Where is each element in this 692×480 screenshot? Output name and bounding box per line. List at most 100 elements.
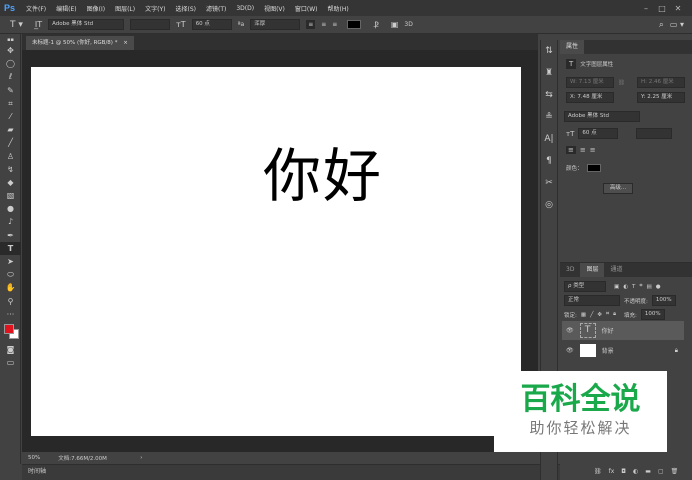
- font-family-select[interactable]: Adobe 黑体 Std: [48, 19, 125, 30]
- align-center-icon[interactable]: ≡: [321, 21, 326, 28]
- antialias-select[interactable]: 浑厚: [250, 19, 301, 30]
- hand-tool-icon[interactable]: ✋: [0, 281, 21, 294]
- history-icon[interactable]: ⇅: [541, 40, 557, 62]
- opacity-field[interactable]: 100%: [651, 295, 676, 306]
- orientation-icon[interactable]: I̲T: [35, 20, 42, 29]
- menu-file[interactable]: 文件(F): [21, 4, 51, 13]
- 3d-button[interactable]: 3D: [404, 21, 412, 28]
- layer-name[interactable]: 背景: [602, 346, 614, 355]
- move-tool-icon[interactable]: ✥: [0, 44, 21, 57]
- warp-text-icon[interactable]: Ⳁ: [373, 20, 379, 30]
- paragraph-icon[interactable]: ¶: [541, 150, 557, 172]
- menu-type[interactable]: 文字(Y): [140, 4, 170, 13]
- close-button[interactable]: ✕: [670, 4, 686, 13]
- add-mask-icon[interactable]: ◘: [621, 468, 626, 475]
- font-family-select[interactable]: Adobe 黑体 Std: [564, 111, 640, 122]
- lock-position-icon[interactable]: ✥: [597, 312, 602, 318]
- filter-shape-icon[interactable]: ⌗: [639, 283, 642, 290]
- quick-mask-icon[interactable]: ◙: [0, 343, 21, 356]
- screen-mode-icon[interactable]: ▭: [0, 356, 21, 369]
- link-layers-icon[interactable]: ⛓: [594, 468, 602, 475]
- menu-layer[interactable]: 图层(L): [110, 4, 140, 13]
- menu-select[interactable]: 选择(S): [170, 4, 201, 13]
- new-group-icon[interactable]: ▬: [645, 468, 651, 475]
- filter-smart-icon[interactable]: ▤: [647, 284, 652, 290]
- tools-preset-icon[interactable]: ✂: [541, 172, 557, 194]
- tab-channels[interactable]: 通道: [604, 263, 628, 277]
- visibility-eye-icon[interactable]: 👁︎: [566, 327, 574, 334]
- shape-tool-icon[interactable]: ⬭: [0, 268, 21, 281]
- tab-3d[interactable]: 3D: [560, 263, 580, 277]
- adjustments-icon[interactable]: ⇆: [541, 84, 557, 106]
- quick-select-tool-icon[interactable]: ✎: [0, 84, 21, 97]
- pen-tool-icon[interactable]: ✒: [0, 229, 21, 242]
- visibility-eye-icon[interactable]: 👁︎: [566, 347, 574, 354]
- font-size-select[interactable]: 60 点: [578, 128, 619, 139]
- status-menu-arrow[interactable]: ›: [140, 455, 142, 461]
- lock-transparent-icon[interactable]: ▦: [581, 312, 586, 318]
- link-icon[interactable]: ⛓: [618, 80, 625, 86]
- menu-window[interactable]: 窗口(W): [290, 4, 323, 13]
- type-tool-icon[interactable]: T: [0, 241, 21, 255]
- fx-icon[interactable]: fx: [609, 468, 615, 475]
- filter-toggle[interactable]: ●: [656, 284, 661, 290]
- character-panel-icon[interactable]: ▣: [391, 20, 399, 29]
- maximize-button[interactable]: □: [654, 4, 670, 13]
- lock-pixels-icon[interactable]: ╱: [590, 312, 593, 318]
- font-size-select[interactable]: 60 点: [191, 19, 232, 30]
- marquee-tool-icon[interactable]: ◯: [0, 57, 21, 70]
- align-right-icon[interactable]: ≡: [332, 21, 337, 28]
- actions-icon[interactable]: ♜: [541, 62, 557, 84]
- healing-tool-icon[interactable]: ▰: [0, 123, 21, 136]
- lock-artboard-icon[interactable]: ⌗: [606, 311, 609, 318]
- menu-filter[interactable]: 滤镜(T): [201, 4, 231, 13]
- dodge-tool-icon[interactable]: ♪: [0, 215, 21, 228]
- menu-3d[interactable]: 3D(D): [231, 5, 259, 12]
- menu-image[interactable]: 图像(I): [82, 4, 110, 13]
- filter-type-icon[interactable]: T: [632, 284, 635, 290]
- align-right-icon[interactable]: ≡: [590, 146, 596, 154]
- font-style-select[interactable]: [636, 128, 673, 139]
- zoom-level[interactable]: 50%: [28, 455, 40, 461]
- properties-icon[interactable]: ≗: [541, 106, 557, 128]
- gradient-tool-icon[interactable]: ▧: [0, 189, 21, 202]
- align-left-icon[interactable]: ≡: [306, 20, 316, 29]
- layer-filter-select[interactable]: ρ 类型: [564, 281, 606, 292]
- layer-name[interactable]: 你好: [602, 326, 614, 335]
- color-swatches[interactable]: [0, 321, 20, 343]
- layer-row[interactable]: 👁︎ T 你好: [562, 321, 684, 340]
- character-icon[interactable]: A|: [541, 128, 557, 150]
- menu-help[interactable]: 帮助(H): [323, 4, 354, 13]
- lock-all-icon[interactable]: 🔒︎: [613, 311, 616, 318]
- blend-mode-select[interactable]: 正常: [564, 295, 620, 306]
- advanced-button[interactable]: 高级...: [603, 183, 633, 194]
- properties-tab[interactable]: 属性: [560, 40, 585, 54]
- x-field[interactable]: X: 7.48 厘米: [566, 92, 614, 103]
- blur-tool-icon[interactable]: ●: [0, 202, 21, 215]
- filter-pixel-icon[interactable]: ▣: [614, 284, 619, 290]
- tab-close-icon[interactable]: ×: [123, 40, 128, 46]
- zoom-tool-icon[interactable]: ⚲: [0, 295, 21, 308]
- width-field[interactable]: W: 7.13 厘米: [566, 77, 614, 88]
- align-center-icon[interactable]: ≡: [580, 146, 586, 154]
- brush-tool-icon[interactable]: ╱: [0, 136, 21, 149]
- layer-row[interactable]: 👁︎ 背景 🔒︎: [562, 341, 684, 360]
- y-field[interactable]: Y: 2.25 厘米: [637, 92, 685, 103]
- workspace-icon[interactable]: ▭ ▾: [670, 20, 684, 29]
- document-canvas[interactable]: 你好: [31, 67, 521, 436]
- new-layer-icon[interactable]: ▢: [658, 468, 664, 475]
- canvas-text[interactable]: 你好: [263, 129, 383, 213]
- delete-layer-icon[interactable]: 🗑︎: [671, 468, 679, 475]
- adjustment-layer-icon[interactable]: ◐: [633, 468, 638, 475]
- color-swatch[interactable]: [586, 164, 601, 172]
- crop-tool-icon[interactable]: ⌗: [0, 97, 21, 110]
- eraser-tool-icon[interactable]: ◆: [0, 176, 21, 189]
- stamp-tool-icon[interactable]: ♙: [0, 150, 21, 163]
- height-field[interactable]: H: 2.46 厘米: [636, 77, 685, 88]
- minimize-button[interactable]: –: [638, 4, 654, 13]
- filter-adjust-icon[interactable]: ◐: [623, 284, 628, 290]
- lasso-tool-icon[interactable]: ℓ: [0, 70, 21, 83]
- swatches-icon[interactable]: ◎: [541, 194, 557, 216]
- menu-view[interactable]: 视图(V): [259, 4, 290, 13]
- path-select-tool-icon[interactable]: ➤: [0, 255, 21, 268]
